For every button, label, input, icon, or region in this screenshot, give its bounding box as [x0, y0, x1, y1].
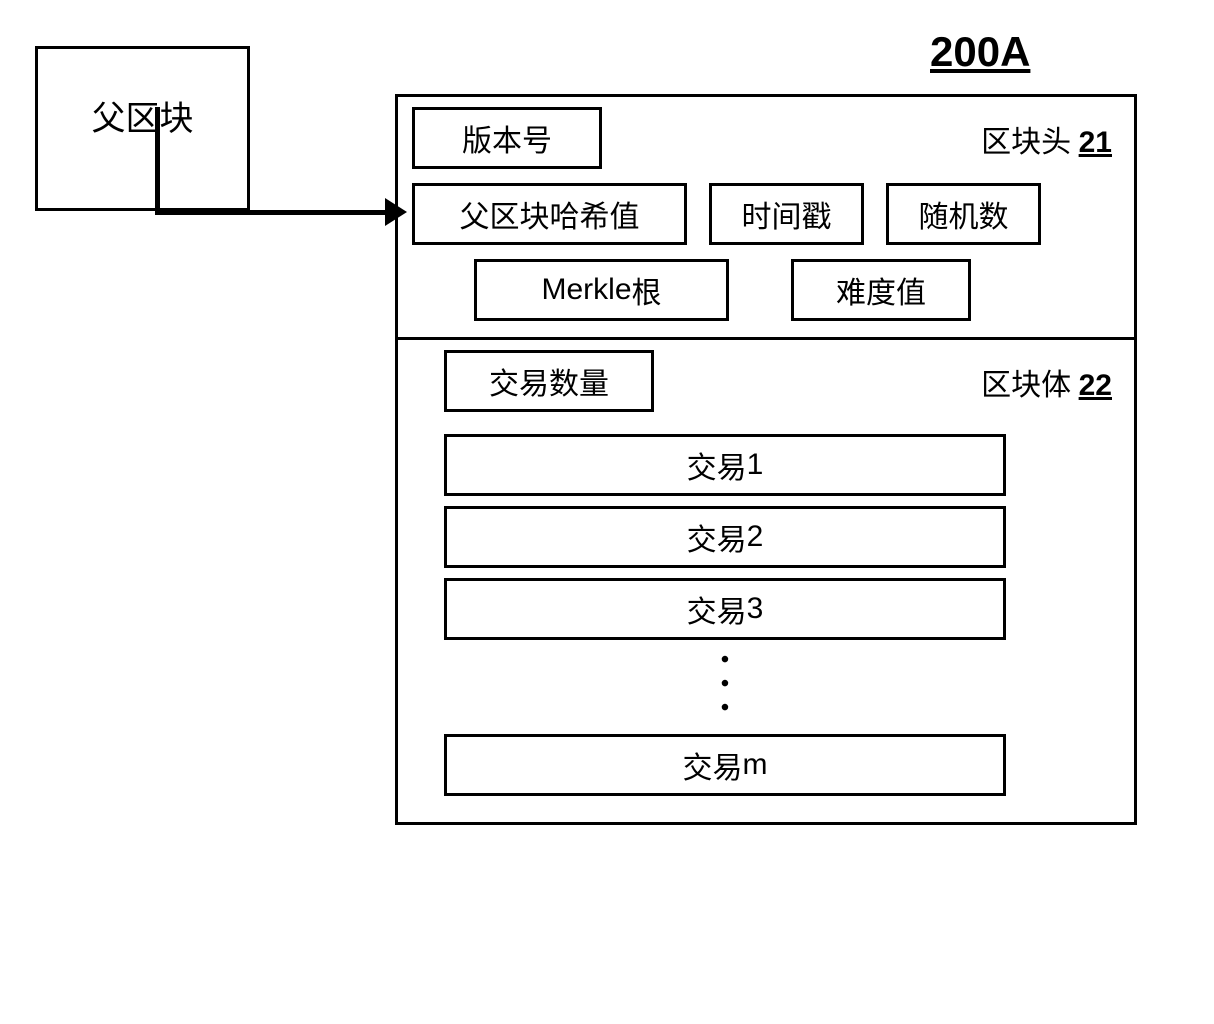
tx-count-field: 交易数量 — [444, 350, 654, 412]
block-200a: 区块头 21 版本号 父区块哈希值 时间戳 随机数 Merkle根 难度值 区块… — [395, 94, 1137, 825]
difficulty-field: 难度值 — [791, 259, 971, 321]
block-header-label: 区块头 21 — [981, 117, 1112, 161]
tx-row: 交易3 — [444, 578, 1006, 640]
block-body-section: 区块体 22 交易数量 交易1 交易2 交易3 ••• 交易m — [398, 340, 1134, 822]
nonce-field: 随机数 — [886, 183, 1041, 245]
parent-block-label: 父区块 — [92, 91, 194, 140]
arrow-connector — [155, 210, 385, 215]
ellipsis-icon: ••• — [444, 640, 1006, 724]
parent-hash-field: 父区块哈希值 — [412, 183, 687, 245]
block-body-label: 区块体 22 — [981, 360, 1112, 404]
version-field: 版本号 — [412, 107, 602, 169]
block-header-section: 区块头 21 版本号 父区块哈希值 时间戳 随机数 Merkle根 难度值 — [398, 97, 1134, 340]
tx-row: 交易1 — [444, 434, 1006, 496]
tx-row: 交易2 — [444, 506, 1006, 568]
figure-id: 200A — [930, 28, 1030, 76]
tx-row-last: 交易m — [444, 734, 1006, 796]
parent-block-box: 父区块 — [35, 46, 250, 211]
timestamp-field: 时间戳 — [709, 183, 864, 245]
merkle-root-field: Merkle根 — [474, 259, 729, 321]
